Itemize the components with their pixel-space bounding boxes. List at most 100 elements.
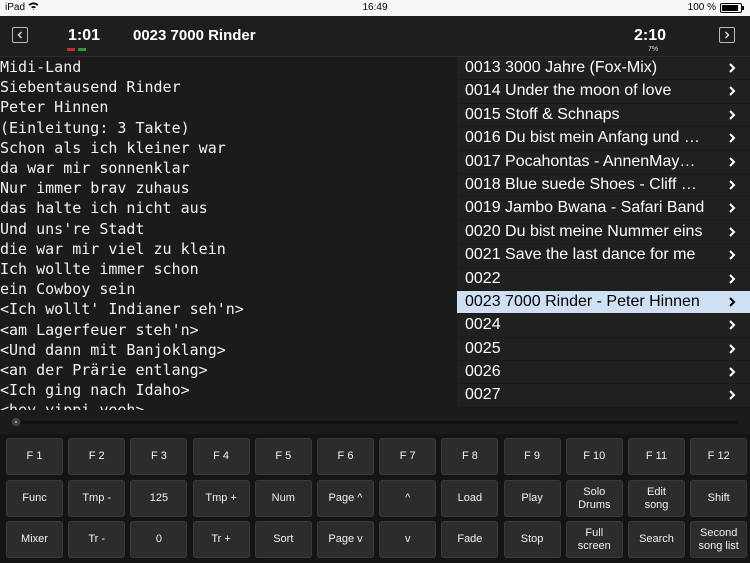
lyric-line: da war mir sonnenklar xyxy=(0,159,190,178)
progress-percent: 7% xyxy=(647,46,659,53)
key-125-button[interactable]: 125 xyxy=(130,480,188,517)
lyric-line: <an der Prärie entlang> xyxy=(0,361,208,380)
key-f-8-button[interactable]: F 8 xyxy=(441,438,499,475)
level-meter-left xyxy=(67,48,75,51)
song-item-label: 0025 xyxy=(465,339,501,357)
lyric-line: Ich wollte immer schon xyxy=(0,260,199,279)
key-second-song-list-button[interactable]: Second song list xyxy=(690,521,748,558)
key-f-10-button[interactable]: F 10 xyxy=(565,438,623,475)
song-list-item-selected[interactable]: 0023 7000 Rinder - Peter Hinnen xyxy=(457,290,750,314)
lyric-line: Schon als ich kleiner war xyxy=(0,138,226,157)
key-edit-song-button[interactable]: Edit song xyxy=(628,480,685,517)
song-list-item[interactable]: 0014 Under the moon of love xyxy=(457,80,750,103)
key-f-2-button[interactable]: F 2 xyxy=(68,438,126,475)
song-list-item[interactable]: 0027 xyxy=(457,384,750,407)
song-item-label: 0019 Jambo Bwana - Safari Band xyxy=(465,199,705,217)
status-time: 16:49 xyxy=(362,2,388,13)
key-play-button[interactable]: Play xyxy=(503,480,561,517)
song-list[interactable]: 0013 3000 Jahre (Fox-Mix) 0014 Under the … xyxy=(457,57,750,410)
key-page-button[interactable]: Page ^ xyxy=(317,480,374,517)
next-song-button[interactable] xyxy=(719,27,735,43)
lyrics-panel[interactable]: Midi-Land Siebentausend Rinder Peter Hinne… xyxy=(0,57,455,410)
key-search-button[interactable]: Search xyxy=(628,521,685,558)
song-item-label: 0023 7000 Rinder - Peter Hinnen xyxy=(465,292,700,310)
lyric-line: ein Cowboy sein xyxy=(0,280,136,299)
song-list-item[interactable]: 0021 Save the last dance for me xyxy=(457,244,750,267)
previous-song-button[interactable] xyxy=(12,27,28,43)
chevron-right-icon xyxy=(729,86,736,97)
lyric-line: Siebentausend Rinder xyxy=(0,78,181,97)
key-f-11-button[interactable]: F 11 xyxy=(628,438,685,475)
key-key-1-6-button[interactable]: ^ xyxy=(379,480,437,517)
chevron-right-icon xyxy=(729,297,736,307)
song-list-item[interactable]: 0017 Pocahontas - AnnenMayKantereit xyxy=(457,150,750,173)
song-list-item[interactable]: 0018 Blue suede Shoes - Cliff Richard xyxy=(457,173,750,197)
lyric-line: <Und dann mit Banjoklang> xyxy=(0,340,226,359)
song-list-item[interactable]: 0015 Stoff & Schnaps xyxy=(457,103,750,127)
song-item-label: 0018 Blue suede Shoes - Cliff Richard xyxy=(465,175,705,193)
song-item-label: 0014 Under the moon of love xyxy=(465,82,672,100)
song-list-item[interactable]: 0025 xyxy=(457,337,750,361)
song-item-label: 0016 Du bist mein Anfang und mein Ende xyxy=(465,129,705,147)
key-tr-button[interactable]: Tr - xyxy=(68,521,126,558)
song-list-item[interactable]: 0019 Jambo Bwana - Safari Band xyxy=(457,197,750,220)
status-battery: 100 % xyxy=(687,2,744,13)
elapsed-time: 1:01 xyxy=(68,27,101,44)
key-sort-button[interactable]: Sort xyxy=(254,521,312,558)
key-solo-drums-button[interactable]: Solo Drums xyxy=(565,480,623,517)
key-func-button[interactable]: Func xyxy=(6,480,63,517)
key-tr-button[interactable]: Tr + xyxy=(192,521,250,558)
key-tmp-button[interactable]: Tmp - xyxy=(68,480,126,517)
song-list-item[interactable]: 0026 xyxy=(457,361,750,384)
key-load-button[interactable]: Load xyxy=(441,480,499,517)
chevron-right-icon xyxy=(729,180,736,190)
key-shift-button[interactable]: Shift xyxy=(690,480,748,517)
function-keypad: F 1F 2F 3F 4F 5F 6F 7F 8F 9F 10 F 11 F 12 F… xyxy=(0,434,750,563)
chevron-right-icon xyxy=(729,156,736,167)
key-0-button[interactable]: 0 xyxy=(130,521,188,558)
song-item-label: 0015 Stoff & Schnaps xyxy=(465,105,620,123)
song-item-label: 0027 xyxy=(465,386,501,404)
chevron-right-icon xyxy=(729,250,736,260)
lyric-line: die war mir viel zu klein xyxy=(0,239,226,258)
key-f-6-button[interactable]: F 6 xyxy=(317,438,374,475)
key-fade-button[interactable]: Fade xyxy=(441,521,499,558)
song-list-item[interactable]: 0022 xyxy=(457,267,750,290)
slider-knob[interactable] xyxy=(11,417,21,427)
song-item-label: 0022 xyxy=(465,269,501,287)
chevron-right-icon xyxy=(729,227,736,237)
lyric-line: Peter Hinnen xyxy=(0,98,109,117)
lyric-line: das halte ich nicht aus xyxy=(0,199,208,218)
chevron-left-icon xyxy=(17,31,22,39)
key-num-button[interactable]: Num xyxy=(254,480,312,517)
key-f-9-button[interactable]: F 9 xyxy=(503,438,561,475)
battery-label: 100 % xyxy=(687,2,716,13)
lyric-line: Nur immer brav zuhaus xyxy=(0,179,190,198)
song-position-slider[interactable] xyxy=(0,412,750,434)
key-stop-button[interactable]: Stop xyxy=(503,521,561,558)
key-tmp-button[interactable]: Tmp + xyxy=(192,480,250,517)
key-f-7-button[interactable]: F 7 xyxy=(379,438,437,475)
key-f-4-button[interactable]: F 4 xyxy=(192,438,250,475)
chevron-right-icon xyxy=(729,203,736,214)
lyric-line: Und uns're Stadt xyxy=(0,219,145,238)
song-list-item[interactable]: 0016 Du bist mein Anfang und mein Ende xyxy=(457,127,750,150)
song-list-item[interactable]: 0024 xyxy=(457,314,750,337)
song-list-item[interactable]: 0020 Du bist meine Nummer eins xyxy=(457,220,750,244)
key-f-3-button[interactable]: F 3 xyxy=(130,438,188,475)
key-full-screen-button[interactable]: Full screen xyxy=(565,521,623,558)
key-v-button[interactable]: v xyxy=(379,521,437,558)
key-page-v-button[interactable]: Page v xyxy=(317,521,374,558)
key-f-12-button[interactable]: F 12 xyxy=(690,438,748,475)
song-list-item[interactable]: 0013 3000 Jahre (Fox-Mix) xyxy=(457,57,750,80)
key-f-1-button[interactable]: F 1 xyxy=(6,438,63,475)
chevron-right-icon xyxy=(729,343,736,354)
current-song-title: 0023 7000 Rinder xyxy=(133,27,256,44)
key-f-5-button[interactable]: F 5 xyxy=(254,438,312,475)
key-mixer-button[interactable]: Mixer xyxy=(6,521,63,558)
chevron-right-icon xyxy=(729,63,736,73)
lyric-line: (Einleitung: 3 Takte) xyxy=(0,118,190,137)
song-item-label: 0021 Save the last dance for me xyxy=(465,246,696,264)
chevron-right-icon xyxy=(729,273,736,284)
remaining-time: 2:10 xyxy=(634,27,667,44)
